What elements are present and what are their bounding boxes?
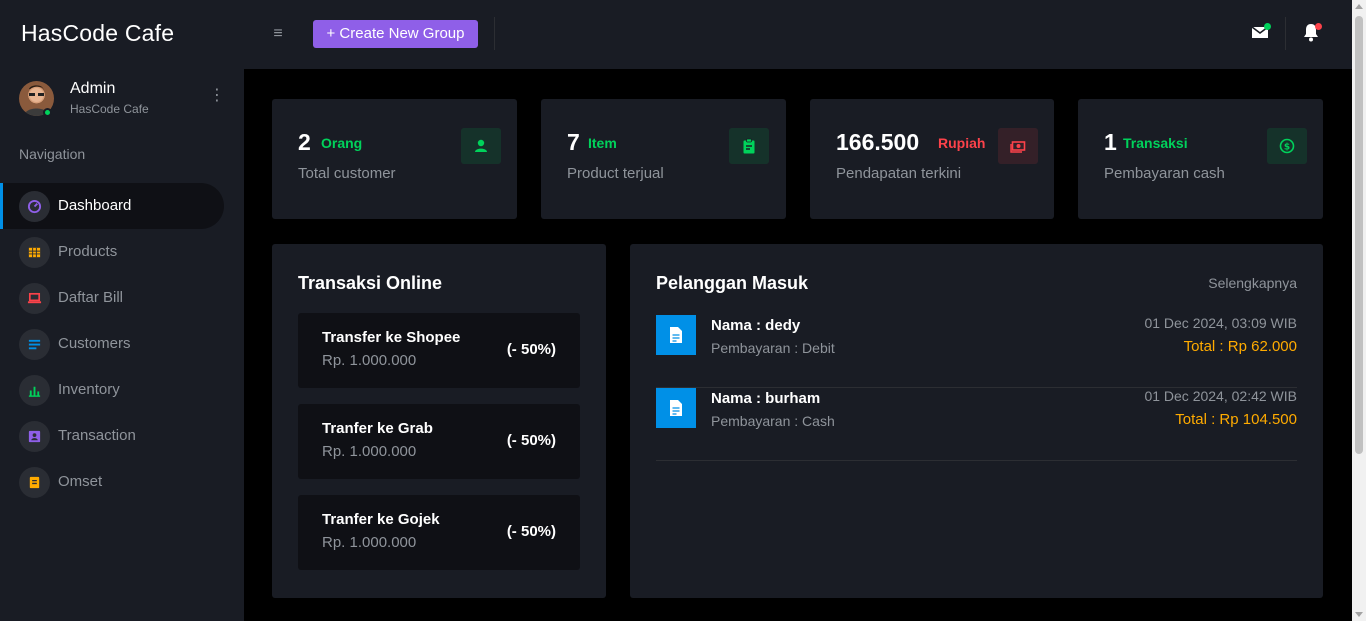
transaction-title: Tranfer ke Grab [322, 420, 433, 437]
transaction-percent: (- 50%) [506, 523, 556, 540]
stat-unit: Orang [321, 135, 363, 151]
scroll-up-icon[interactable] [1355, 4, 1363, 9]
stat-value: 2 [298, 129, 311, 155]
sidebar: Admin HasCode Cafe ⋮ Navigation Dashboar… [0, 69, 244, 621]
sidebar-item-label: Customers [58, 335, 131, 352]
panel-title: Pelanggan Masuk [656, 273, 809, 293]
customer-date: 01 Dec 2024, 03:09 WIB [1144, 315, 1297, 331]
cash-icon [998, 128, 1038, 164]
customer-total: Total : Rp 62.000 [1183, 338, 1297, 355]
top-navbar: HasCode Cafe ≡ + Create New Group [0, 0, 1352, 69]
stat-label: Product terjual [567, 165, 664, 182]
create-new-group-button[interactable]: + Create New Group [313, 20, 478, 48]
scroll-down-icon[interactable] [1355, 612, 1363, 617]
stat-value: 1 [1104, 129, 1117, 155]
customer-date: 01 Dec 2024, 02:42 WIB [1144, 388, 1297, 404]
sidebar-item-label: Inventory [58, 381, 120, 398]
stat-card-customers: 2 Orang Total customer [272, 99, 517, 219]
list-item[interactable]: Transfer ke Shopee Rp. 1.000.000 (- 50%) [298, 313, 580, 388]
scrollbar-thumb[interactable] [1355, 16, 1363, 454]
mail-badge [1264, 23, 1271, 30]
list-item[interactable]: Nama : burham Pembayaran : Cash 01 Dec 2… [656, 388, 1297, 461]
stat-label: Pendapatan terkini [836, 165, 962, 182]
page-scrollbar[interactable] [1352, 0, 1366, 621]
see-more-link[interactable]: Selengkapnya [1208, 275, 1297, 291]
list-item[interactable]: Tranfer ke Grab Rp. 1.000.000 (- 50%) [298, 404, 580, 479]
sidebar-item-inventory[interactable]: Inventory [0, 367, 224, 413]
brand-logo[interactable]: HasCode Cafe [21, 20, 174, 47]
more-options-icon[interactable]: ⋮ [209, 86, 225, 106]
nav-section-title: Navigation [19, 146, 86, 162]
stat-card-revenue: 166.500 Rupiah Pendapatan terkini [810, 99, 1054, 219]
sidebar-item-label: Transaction [58, 427, 136, 444]
online-transactions-panel: Transaksi Online Transfer ke Shopee Rp. … [272, 244, 606, 598]
list-item[interactable]: Tranfer ke Gojek Rp. 1.000.000 (- 50%) [298, 495, 580, 570]
note-icon [19, 467, 50, 498]
stat-unit: Item [588, 135, 617, 151]
customer-name: Nama : dedy [711, 317, 801, 334]
stat-card-products: 7 Item Product terjual [541, 99, 786, 219]
sidebar-item-label: Dashboard [58, 197, 132, 214]
list-item[interactable]: Nama : dedy Pembayaran : Debit 01 Dec 20… [656, 315, 1297, 388]
currency-icon: $ [1267, 128, 1307, 164]
transaction-title: Transfer ke Shopee [322, 329, 461, 346]
transaction-title: Tranfer ke Gojek [322, 511, 440, 528]
menu-toggle-icon[interactable]: ≡ [266, 22, 290, 46]
panel-title: Transaksi Online [298, 273, 443, 293]
contacts-icon [19, 421, 50, 452]
profile-subtitle: HasCode Cafe [70, 102, 149, 116]
sidebar-item-products[interactable]: Products [0, 229, 224, 275]
stat-label: Total customer [298, 165, 396, 182]
document-icon [656, 315, 696, 355]
document-icon [656, 388, 696, 428]
sidebar-item-label: Products [58, 243, 118, 260]
transaction-percent: (- 50%) [506, 432, 556, 449]
customer-total: Total : Rp 104.500 [1175, 411, 1297, 428]
incoming-customers-panel: Pelanggan Masuk Selengkapnya Nama : dedy… [630, 244, 1323, 598]
transaction-amount: Rp. 1.000.000 [322, 352, 417, 369]
transaction-amount: Rp. 1.000.000 [322, 443, 417, 460]
online-status-dot [43, 108, 52, 117]
stat-unit: Rupiah [938, 135, 986, 151]
bell-badge [1315, 23, 1322, 30]
account-icon [461, 128, 501, 164]
sidebar-item-label: Daftar Bill [58, 289, 124, 306]
transaction-percent: (- 50%) [506, 341, 556, 358]
stat-label: Pembayaran cash [1104, 165, 1225, 182]
list-icon [19, 329, 50, 360]
chart-icon [19, 375, 50, 406]
clipboard-icon [729, 128, 769, 164]
sidebar-item-daftar-bill[interactable]: Daftar Bill [0, 275, 224, 321]
laptop-icon [19, 283, 50, 314]
sidebar-item-transaction[interactable]: Transaction [0, 413, 224, 459]
stat-card-cash-payments: 1 Transaksi Pembayaran cash $ [1078, 99, 1323, 219]
svg-text:$: $ [1284, 143, 1290, 153]
customer-payment: Pembayaran : Debit [711, 340, 835, 356]
stat-value: 7 [567, 129, 580, 155]
stat-unit: Transaksi [1123, 135, 1188, 151]
table-icon [19, 237, 50, 268]
profile-name: Admin [70, 80, 116, 97]
divider [494, 17, 495, 50]
divider [1285, 17, 1286, 50]
sidebar-item-customers[interactable]: Customers [0, 321, 224, 367]
customer-name: Nama : burham [711, 390, 821, 407]
sidebar-item-label: Omset [58, 473, 103, 490]
sidebar-item-dashboard[interactable]: Dashboard [0, 183, 224, 229]
customer-payment: Pembayaran : Cash [711, 413, 835, 429]
stat-value: 166.500 [836, 129, 920, 155]
speedometer-icon [19, 191, 50, 222]
sidebar-item-omset[interactable]: Omset [0, 459, 224, 505]
transaction-amount: Rp. 1.000.000 [322, 534, 417, 551]
